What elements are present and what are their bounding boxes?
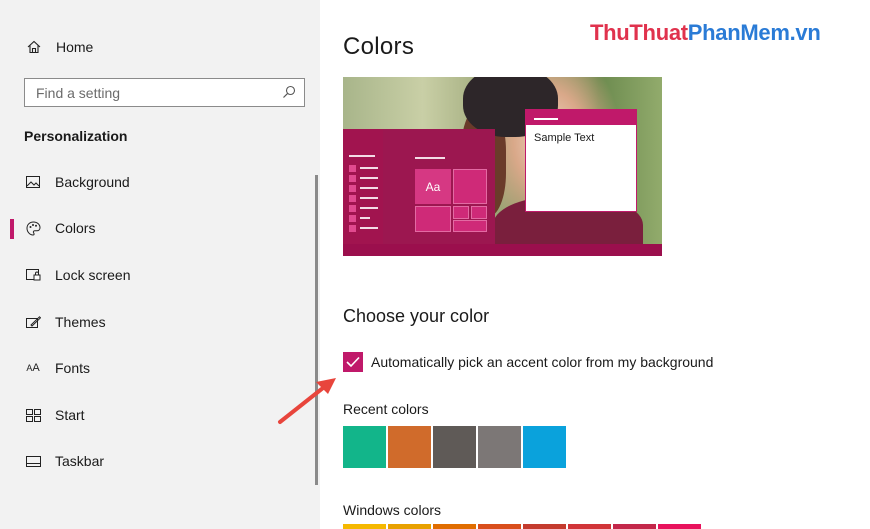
active-indicator bbox=[10, 219, 14, 239]
sidebar-item-start[interactable]: Start bbox=[0, 399, 316, 431]
watermark-part-b: PhanMem.vn bbox=[687, 20, 821, 45]
home-icon bbox=[26, 39, 42, 55]
windows-colors bbox=[343, 524, 703, 529]
preview-sample-text: Sample Text bbox=[534, 132, 595, 144]
annotation-arrow bbox=[278, 378, 336, 424]
recent-color-swatch[interactable] bbox=[343, 426, 386, 468]
preview-tile-aa: Aa bbox=[415, 169, 451, 204]
recent-color-swatch[interactable] bbox=[523, 426, 566, 468]
sidebar-item-label: Taskbar bbox=[55, 453, 105, 469]
search-box[interactable] bbox=[24, 78, 305, 107]
section-title: Personalization bbox=[24, 128, 128, 144]
sidebar-item-colors[interactable]: Colors bbox=[0, 212, 316, 244]
windows-color-swatch[interactable] bbox=[613, 524, 656, 529]
fonts-icon: AA bbox=[26, 362, 40, 374]
sidebar-item-themes[interactable]: Themes bbox=[0, 306, 316, 338]
sidebar-item-lock-screen[interactable]: Lock screen bbox=[0, 259, 316, 291]
preview-window: Sample Text bbox=[525, 109, 637, 212]
sidebar-item-label: Fonts bbox=[55, 360, 91, 376]
start-icon bbox=[25, 407, 41, 423]
recent-color-swatch[interactable] bbox=[478, 426, 521, 468]
watermark: ThuThuatPhanMem.vn bbox=[590, 20, 821, 46]
sidebar: Home Personalization Background Colors bbox=[0, 0, 320, 529]
main-content: Colors ThuThuatPhanMem.vn Aa Sample Text… bbox=[320, 0, 870, 529]
auto-accent-checkbox[interactable] bbox=[343, 352, 363, 372]
recent-color-swatch[interactable] bbox=[388, 426, 431, 468]
windows-color-swatch[interactable] bbox=[343, 524, 386, 529]
sidebar-item-label: Colors bbox=[55, 220, 96, 236]
recent-color-swatch[interactable] bbox=[433, 426, 476, 468]
palette-icon bbox=[25, 220, 41, 236]
windows-color-swatch[interactable] bbox=[658, 524, 701, 529]
color-preview: Aa Sample Text bbox=[343, 77, 662, 256]
sidebar-item-background[interactable]: Background bbox=[0, 166, 316, 198]
windows-colors-label: Windows colors bbox=[343, 502, 442, 518]
sidebar-item-taskbar[interactable]: Taskbar bbox=[0, 445, 316, 477]
preview-start-menu: Aa bbox=[343, 129, 495, 244]
recent-colors bbox=[343, 426, 568, 468]
home-nav-item[interactable]: Home bbox=[26, 36, 93, 58]
auto-accent-checkbox-row[interactable]: Automatically pick an accent color from … bbox=[343, 352, 713, 372]
sidebar-item-fonts[interactable]: AA Fonts bbox=[0, 352, 316, 384]
settings-window: Home Personalization Background Colors bbox=[0, 0, 870, 529]
watermark-part-a: ThuThuat bbox=[590, 20, 688, 45]
windows-color-swatch[interactable] bbox=[433, 524, 476, 529]
search-input[interactable] bbox=[25, 79, 275, 106]
choose-color-heading: Choose your color bbox=[343, 306, 490, 326]
preview-taskbar bbox=[343, 244, 662, 256]
image-icon bbox=[25, 174, 41, 190]
recent-colors-label: Recent colors bbox=[343, 401, 429, 417]
sidebar-item-label: Lock screen bbox=[55, 267, 131, 283]
sidebar-item-label: Themes bbox=[55, 314, 106, 330]
sidebar-scrollbar[interactable] bbox=[315, 175, 318, 485]
home-label: Home bbox=[56, 39, 94, 55]
themes-icon bbox=[25, 314, 41, 330]
sidebar-item-label: Start bbox=[55, 407, 85, 423]
lock-screen-icon bbox=[25, 267, 41, 283]
search-icon[interactable] bbox=[282, 85, 296, 99]
page-title: Colors bbox=[343, 33, 415, 60]
auto-accent-label[interactable]: Automatically pick an accent color from … bbox=[371, 354, 713, 370]
windows-color-swatch[interactable] bbox=[478, 524, 521, 529]
taskbar-icon bbox=[25, 453, 41, 469]
windows-color-swatch[interactable] bbox=[388, 524, 431, 529]
windows-color-swatch[interactable] bbox=[523, 524, 566, 529]
sidebar-item-label: Background bbox=[55, 174, 130, 190]
windows-color-swatch[interactable] bbox=[568, 524, 611, 529]
